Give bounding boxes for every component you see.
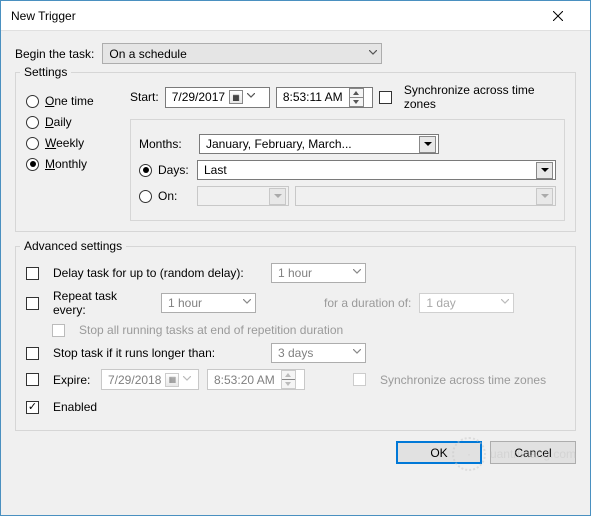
stop-long-label: Stop task if it runs longer than: xyxy=(53,346,263,360)
advanced-legend: Advanced settings xyxy=(20,239,126,253)
expire-date-input: 7/29/2018 ▦ xyxy=(101,369,199,390)
sync-label: Synchronize across time zones xyxy=(404,83,565,111)
chevron-down-icon xyxy=(183,376,191,384)
spinner-down-icon[interactable] xyxy=(350,98,363,106)
time-spinner xyxy=(281,370,296,389)
ok-button[interactable]: OK xyxy=(396,441,482,464)
radio-label: Daily xyxy=(45,115,72,129)
dropdown-button-icon xyxy=(419,136,436,153)
radio-monthly[interactable]: Monthly xyxy=(26,157,118,171)
chevron-down-icon xyxy=(353,349,361,357)
cancel-button[interactable]: Cancel xyxy=(490,441,576,464)
radio-on[interactable] xyxy=(139,190,152,203)
window-title: New Trigger xyxy=(11,9,76,23)
repeat-value: 1 hour xyxy=(168,296,202,310)
dropdown-button-icon xyxy=(536,162,553,179)
radio-icon xyxy=(26,158,39,171)
begin-task-select[interactable]: On a schedule xyxy=(102,43,382,64)
begin-task-value: On a schedule xyxy=(109,47,186,61)
chevron-down-icon xyxy=(353,269,361,277)
stop-long-combo[interactable]: 3 days xyxy=(271,343,366,363)
close-icon xyxy=(553,11,563,21)
start-label: Start: xyxy=(130,90,159,104)
dialog-buttons: OK Cancel xyxy=(1,431,590,476)
calendar-icon: ▦ xyxy=(165,373,179,387)
close-button[interactable] xyxy=(536,2,580,30)
enabled-label: Enabled xyxy=(53,400,97,414)
repeat-label: Repeat task every: xyxy=(53,289,153,317)
months-dropdown[interactable]: January, February, March... xyxy=(199,134,439,154)
duration-value: 1 day xyxy=(426,296,455,310)
chevron-down-icon xyxy=(369,50,377,58)
start-time-value: 8:53:11 AM xyxy=(283,90,343,104)
radio-icon xyxy=(26,116,39,129)
start-date-input[interactable]: 7/29/2017 ▦ xyxy=(165,87,270,108)
stop-long-value: 3 days xyxy=(278,346,313,360)
dialog-content: Begin the task: On a schedule Settings O… xyxy=(1,31,590,431)
duration-label: for a duration of: xyxy=(324,296,411,310)
radio-icon xyxy=(26,95,39,108)
enabled-checkbox[interactable] xyxy=(26,401,39,414)
titlebar: New Trigger xyxy=(1,1,590,31)
days-label: Days: xyxy=(158,163,197,177)
radio-weekly[interactable]: Weekly xyxy=(26,136,118,150)
expire-date-value: 7/29/2018 xyxy=(108,373,161,387)
chevron-down-icon xyxy=(243,299,251,307)
start-time-input[interactable]: 8:53:11 AM xyxy=(276,87,373,108)
radio-label: Weekly xyxy=(45,136,84,150)
delay-checkbox[interactable] xyxy=(26,267,39,280)
stop-rep-label: Stop all running tasks at end of repetit… xyxy=(79,323,343,337)
dropdown-button-icon xyxy=(269,188,286,205)
spinner-down-icon xyxy=(282,380,295,388)
settings-legend: Settings xyxy=(20,65,71,79)
spinner-up-icon[interactable] xyxy=(350,89,363,98)
sync-checkbox[interactable] xyxy=(379,91,392,104)
on-label: On: xyxy=(158,189,197,203)
repeat-checkbox[interactable] xyxy=(26,297,39,310)
stop-long-checkbox[interactable] xyxy=(26,347,39,360)
spinner-up-icon xyxy=(282,371,295,380)
on-dropdown-1 xyxy=(197,186,289,206)
calendar-icon: ▦ xyxy=(229,90,243,104)
duration-combo: 1 day xyxy=(419,293,514,313)
chevron-down-icon xyxy=(501,299,509,307)
radio-daily[interactable]: Daily xyxy=(26,115,118,129)
radio-label: One time xyxy=(45,94,94,108)
chevron-down-icon xyxy=(247,93,255,101)
days-value: Last xyxy=(204,163,227,177)
delay-value: 1 hour xyxy=(278,266,312,280)
radio-icon xyxy=(26,137,39,150)
expire-time-input: 8:53:20 AM xyxy=(207,369,305,390)
advanced-fieldset: Advanced settings Delay task for up to (… xyxy=(15,246,576,431)
delay-combo[interactable]: 1 hour xyxy=(271,263,366,283)
start-date-value: 7/29/2017 xyxy=(172,90,225,104)
radio-one-time[interactable]: One time xyxy=(26,94,118,108)
delay-label: Delay task for up to (random delay): xyxy=(53,266,263,280)
months-label: Months: xyxy=(139,137,199,151)
time-spinner[interactable] xyxy=(349,88,364,107)
expire-checkbox[interactable] xyxy=(26,373,39,386)
expire-time-value: 8:53:20 AM xyxy=(214,373,275,387)
stop-rep-checkbox xyxy=(52,324,65,337)
begin-task-label: Begin the task: xyxy=(15,47,94,61)
months-value: January, February, March... xyxy=(206,137,352,151)
on-dropdown-2 xyxy=(295,186,556,206)
radio-label: Monthly xyxy=(45,157,87,171)
repeat-combo[interactable]: 1 hour xyxy=(161,293,256,313)
frequency-column: One time Daily Weekly Monthly xyxy=(26,83,118,221)
expire-label: Expire: xyxy=(53,373,93,387)
dropdown-button-icon xyxy=(536,188,553,205)
expire-sync-checkbox xyxy=(353,373,366,386)
days-dropdown[interactable]: Last xyxy=(197,160,556,180)
radio-days[interactable] xyxy=(139,164,152,177)
dialog-window: New Trigger Begin the task: On a schedul… xyxy=(0,0,591,516)
settings-fieldset: Settings One time Daily Weekly xyxy=(15,72,576,232)
expire-sync-label: Synchronize across time zones xyxy=(380,373,546,387)
monthly-subbox: Months: January, February, March... Days… xyxy=(130,119,565,221)
